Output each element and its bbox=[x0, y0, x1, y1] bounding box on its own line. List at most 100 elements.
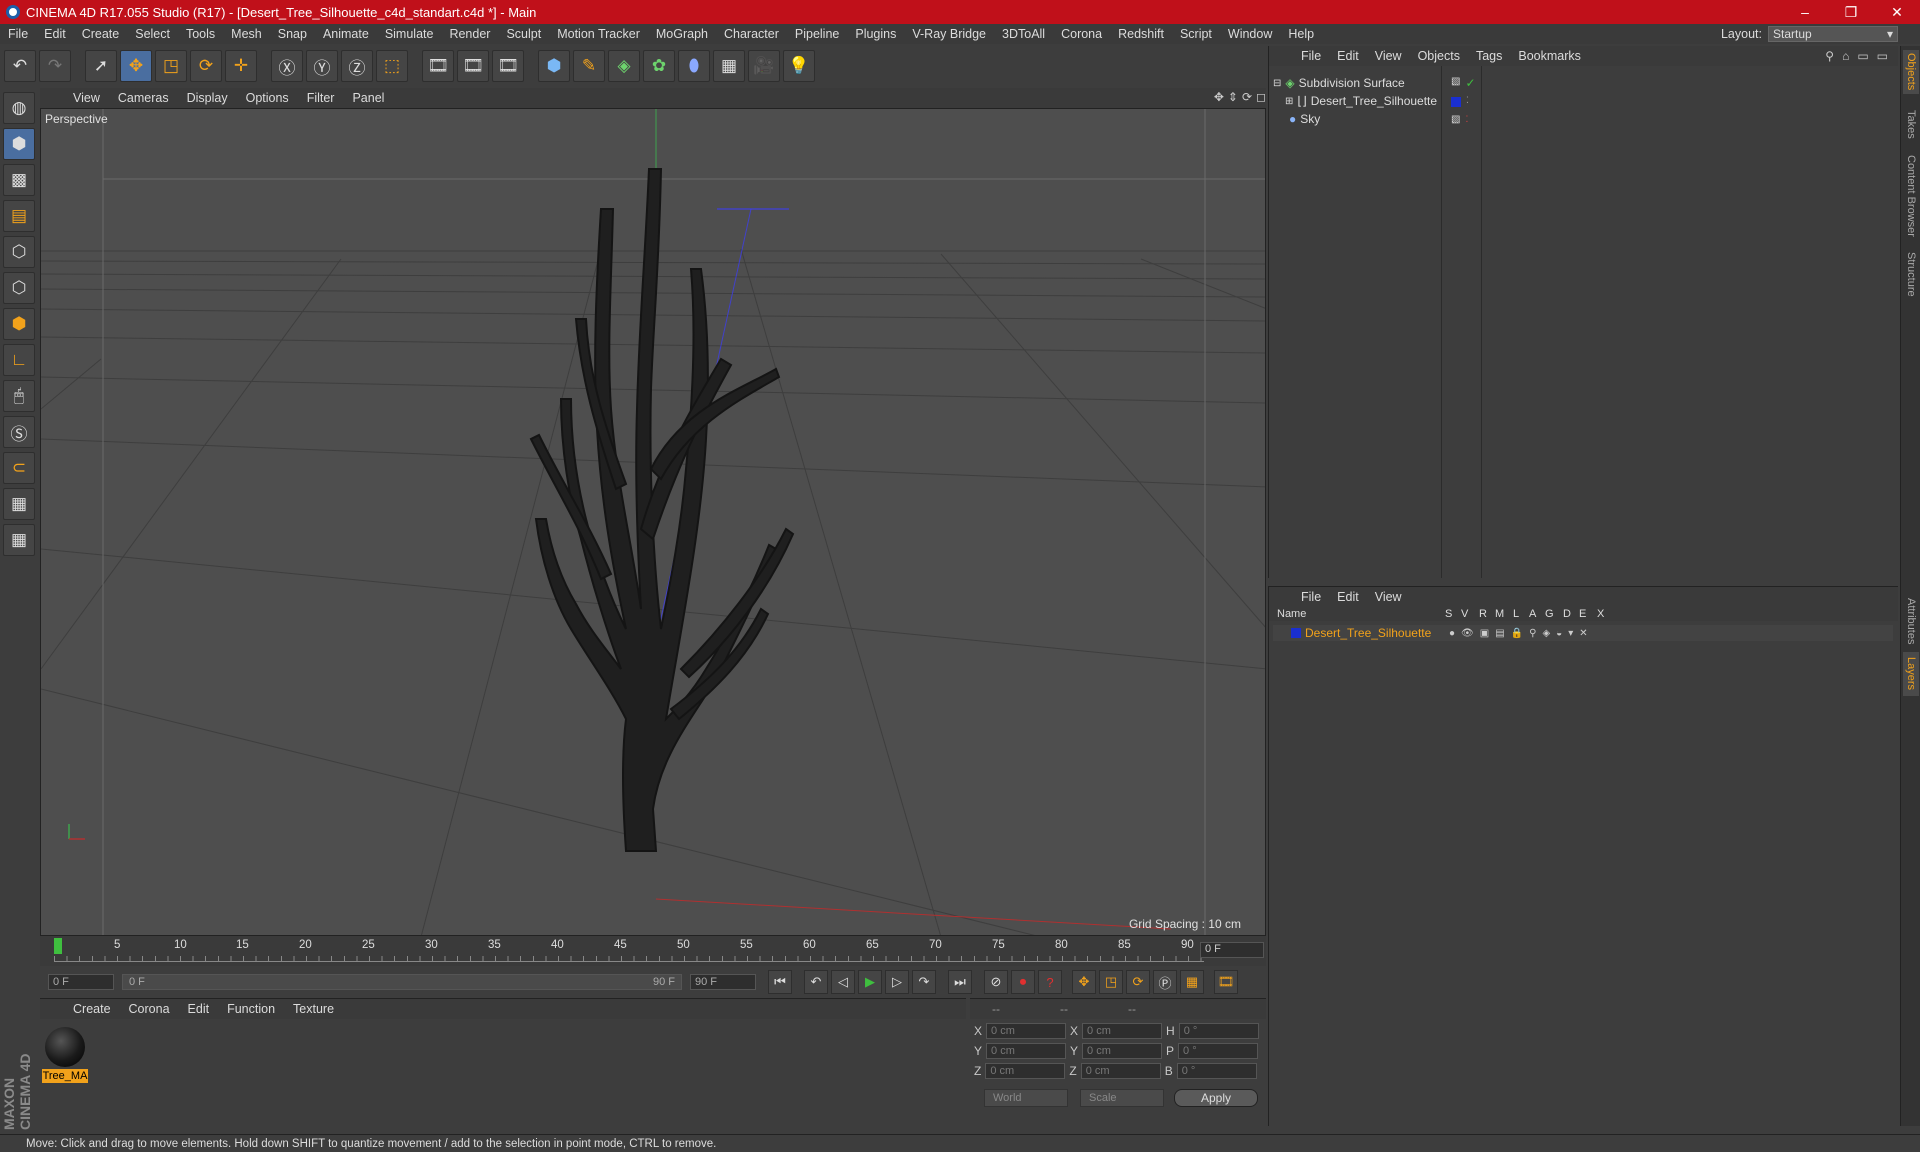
objects-menu-edit[interactable]: Edit bbox=[1329, 49, 1367, 63]
material-thumbnail[interactable]: Tree_MA bbox=[42, 1025, 88, 1083]
z-axis-lock-icon[interactable]: Ⓩ bbox=[341, 50, 373, 82]
menu-script[interactable]: Script bbox=[1172, 27, 1220, 41]
viewport-menu-options[interactable]: Options bbox=[237, 91, 298, 105]
menu-simulate[interactable]: Simulate bbox=[377, 27, 442, 41]
undo-icon[interactable]: ↶ bbox=[4, 50, 36, 82]
layer-toggle-icon[interactable]: ▧ bbox=[1451, 76, 1460, 90]
dolly-icon[interactable]: ⇕ bbox=[1228, 90, 1238, 104]
key-scale-icon[interactable]: ◳ bbox=[1099, 970, 1123, 994]
tab-structure[interactable]: Structure bbox=[1903, 246, 1919, 302]
menu-sculpt[interactable]: Sculpt bbox=[498, 27, 549, 41]
layers-menu-file[interactable]: File bbox=[1293, 590, 1329, 604]
layer-toggle-icon[interactable]: ▧ bbox=[1451, 114, 1460, 125]
expand-icon[interactable]: ⊞ bbox=[1285, 96, 1293, 107]
next-key-icon[interactable]: ↷ bbox=[912, 970, 936, 994]
menu-redshift[interactable]: Redshift bbox=[1110, 27, 1172, 41]
pen-spline-icon[interactable]: ✎ bbox=[573, 50, 605, 82]
enabled-check-icon[interactable]: ✓ bbox=[1465, 76, 1475, 90]
lock-icon[interactable]: 🔒 bbox=[1511, 628, 1523, 639]
move-tool-icon[interactable]: ✥ bbox=[120, 50, 152, 82]
menu-create[interactable]: Create bbox=[74, 27, 128, 41]
menu-help[interactable]: Help bbox=[1280, 27, 1322, 41]
select-arrow-icon[interactable]: ➚ bbox=[85, 50, 117, 82]
layout-dropdown[interactable]: Startup ▾ bbox=[1768, 26, 1898, 42]
timeline-ruler[interactable]: 0 5 10 15 20 25 30 35 40 45 50 55 60 65 … bbox=[40, 936, 1266, 966]
tab-takes[interactable]: Takes bbox=[1903, 104, 1919, 144]
menu-file[interactable]: File bbox=[0, 27, 36, 41]
minimize-button[interactable]: – bbox=[1782, 0, 1828, 24]
viewport-menu-display[interactable]: Display bbox=[178, 91, 237, 105]
coordinate-mode-dropdown[interactable]: World bbox=[984, 1089, 1068, 1107]
desert-tree-model[interactable] bbox=[529, 168, 795, 852]
points-mode-icon[interactable]: ⬡ bbox=[3, 236, 35, 268]
position-x-field[interactable]: 0 cm bbox=[986, 1023, 1067, 1039]
material-menu-corona[interactable]: Corona bbox=[120, 1002, 179, 1016]
visibility-dots-icon[interactable]: ⁚ bbox=[1466, 95, 1469, 107]
range-slider[interactable]: 0 F 90 F bbox=[122, 974, 682, 990]
objects-menu-bookmarks[interactable]: Bookmarks bbox=[1510, 49, 1589, 63]
key-pla-icon[interactable]: ▦ bbox=[1180, 970, 1204, 994]
menu-plugins[interactable]: Plugins bbox=[847, 27, 904, 41]
orbit-icon[interactable]: ⟳ bbox=[1242, 90, 1252, 104]
close-button[interactable]: ✕ bbox=[1874, 0, 1920, 24]
object-row-subdivision-surface[interactable]: ⊟ ◈ Subdivision Surface ▧ ✓ bbox=[1273, 74, 1893, 92]
xref-icon[interactable]: ✕ bbox=[1579, 628, 1587, 639]
menu-vray-bridge[interactable]: V-Ray Bridge bbox=[904, 27, 994, 41]
menu-snap[interactable]: Snap bbox=[270, 27, 315, 41]
locked-workplane-icon[interactable]: ▦ bbox=[3, 488, 35, 520]
apply-button[interactable]: Apply bbox=[1174, 1089, 1258, 1107]
tab-content-browser[interactable]: Content Browser bbox=[1903, 148, 1919, 244]
menu-mesh[interactable]: Mesh bbox=[223, 27, 270, 41]
manager-icon[interactable]: ▤ bbox=[1495, 628, 1504, 639]
play-icon[interactable]: ▶ bbox=[858, 970, 882, 994]
transform-tool-icon[interactable]: ✛ bbox=[225, 50, 257, 82]
generators-icon[interactable]: ◈ bbox=[1542, 628, 1550, 639]
timeline-window-icon[interactable]: 🎞 bbox=[1214, 970, 1238, 994]
key-position-icon[interactable]: ✥ bbox=[1072, 970, 1096, 994]
floor-icon[interactable]: ▦ bbox=[713, 50, 745, 82]
viewport-menu-filter[interactable]: Filter bbox=[298, 91, 344, 105]
home-icon[interactable]: ⌂ bbox=[1842, 49, 1849, 63]
edit-render-settings-icon[interactable]: 🎞 bbox=[492, 50, 524, 82]
scale-tool-icon[interactable]: ◳ bbox=[155, 50, 187, 82]
perspective-viewport[interactable]: Perspective Grid Spacing : 10 cm bbox=[40, 108, 1266, 936]
render-icon[interactable]: ▣ bbox=[1480, 628, 1489, 639]
menu-tools[interactable]: Tools bbox=[178, 27, 223, 41]
material-menu-create[interactable]: Create bbox=[64, 1002, 120, 1016]
snap-magnet-icon[interactable]: ⊂ bbox=[3, 452, 35, 484]
coordinate-system-icon[interactable]: ⬚ bbox=[376, 50, 408, 82]
layers-menu-edit[interactable]: Edit bbox=[1329, 590, 1367, 604]
render-view-icon[interactable]: 🎞 bbox=[422, 50, 454, 82]
redo-icon[interactable]: ↷ bbox=[39, 50, 71, 82]
render-picture-viewer-icon[interactable]: 🎞 bbox=[457, 50, 489, 82]
objects-menu-tags[interactable]: Tags bbox=[1468, 49, 1510, 63]
goto-end-icon[interactable]: ⏭ bbox=[948, 970, 972, 994]
material-menu-function[interactable]: Function bbox=[218, 1002, 284, 1016]
restore-button[interactable]: ❐ bbox=[1828, 0, 1874, 24]
layer-row[interactable]: Desert_Tree_Silhouette ● 👁 ▣ ▤ 🔒 ⚲ ◈ ◒ ▾… bbox=[1273, 625, 1893, 641]
solo-mode-icon[interactable]: Ⓢ bbox=[3, 416, 35, 448]
objects-menu-view[interactable]: View bbox=[1367, 49, 1410, 63]
deformer-icon[interactable]: ⬮ bbox=[678, 50, 710, 82]
record-keys-icon[interactable]: ⊘ bbox=[984, 970, 1008, 994]
viewport-menu-panel[interactable]: Panel bbox=[343, 91, 393, 105]
texture-mode-icon[interactable]: ▩ bbox=[3, 164, 35, 196]
edges-mode-icon[interactable]: ⬡ bbox=[3, 272, 35, 304]
make-editable-icon[interactable]: ◍ bbox=[3, 92, 35, 124]
object-row-desert-tree[interactable]: ⊞ ⌊⌋ Desert_Tree_Silhouette ⁚ bbox=[1273, 92, 1893, 110]
camera-icon[interactable]: 🎥 bbox=[748, 50, 780, 82]
menu-pipeline[interactable]: Pipeline bbox=[787, 27, 847, 41]
prev-key-icon[interactable]: ↶ bbox=[804, 970, 828, 994]
view-icon[interactable]: 👁 bbox=[1461, 628, 1474, 639]
layer-color-swatch[interactable] bbox=[1291, 628, 1301, 638]
key-rotation-icon[interactable]: ⟳ bbox=[1126, 970, 1150, 994]
pan-icon[interactable]: ✥ bbox=[1214, 90, 1224, 104]
rotate-tool-icon[interactable]: ⟳ bbox=[190, 50, 222, 82]
lock-panel-icon[interactable]: ▭ bbox=[1877, 49, 1888, 63]
menu-3dtoall[interactable]: 3DToAll bbox=[994, 27, 1053, 41]
objects-menu-file[interactable]: File bbox=[1293, 49, 1329, 63]
tweak-mode-icon[interactable]: 🖱 bbox=[3, 380, 35, 412]
visibility-dots-icon[interactable]: ⁚ bbox=[1465, 114, 1468, 125]
size-y-field[interactable]: 0 cm bbox=[1082, 1043, 1163, 1059]
tab-layers[interactable]: Layers bbox=[1903, 652, 1919, 696]
